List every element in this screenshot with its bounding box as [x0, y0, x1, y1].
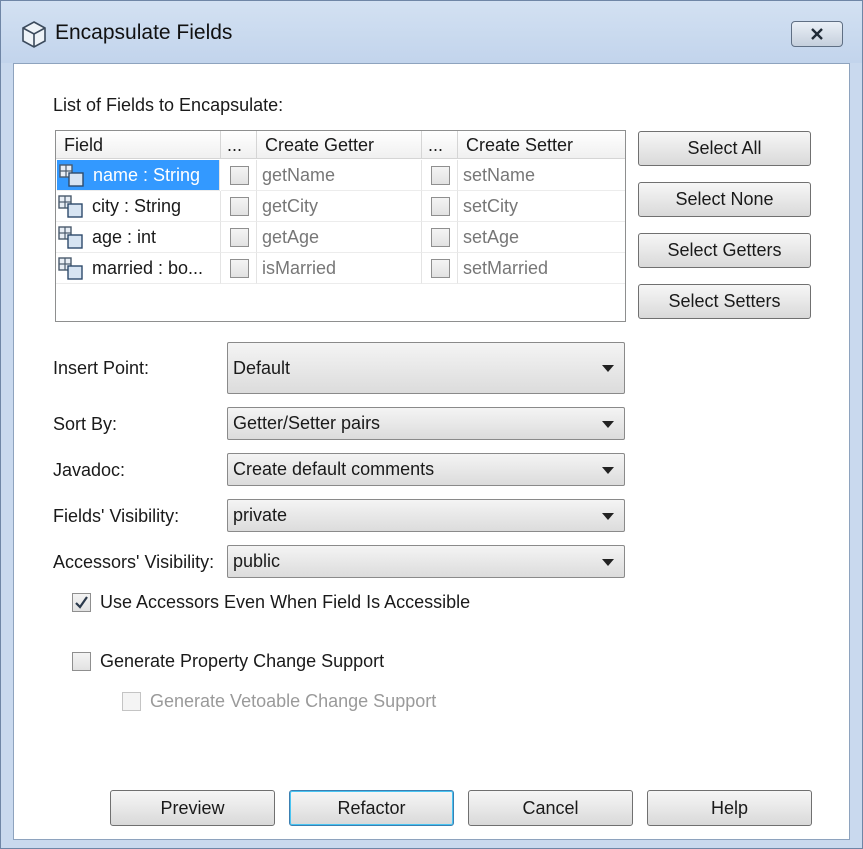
sort-by-dropdown[interactable]: Getter/Setter pairs — [227, 407, 625, 440]
fields-visibility-value: private — [233, 505, 288, 525]
insert-point-dropdown[interactable]: Default — [227, 342, 625, 394]
table-row[interactable]: city : String getCity setCity — [56, 191, 625, 222]
help-button[interactable]: Help — [647, 790, 812, 826]
title-bar[interactable]: Encapsulate Fields — [1, 1, 862, 63]
setter-name-cell[interactable]: setCity — [458, 191, 625, 222]
getter-check-cell — [221, 253, 257, 284]
property-change-label: Generate Property Change Support — [100, 651, 385, 671]
dialog-content: List of Fields to Encapsulate: Field ...… — [13, 63, 850, 840]
create-setter-checkbox[interactable] — [431, 197, 450, 216]
setter-check-cell — [422, 160, 458, 191]
field-icon — [59, 164, 89, 188]
close-icon — [811, 28, 823, 40]
field-icon — [58, 195, 88, 219]
select-getters-button[interactable]: Select Getters — [638, 233, 811, 268]
chevron-down-icon — [602, 513, 614, 520]
chevron-down-icon — [602, 421, 614, 428]
table-header: Field ... Create Getter ... Create Sette… — [56, 131, 625, 159]
field-cell[interactable]: married : bo... — [56, 253, 221, 284]
getter-check-cell — [221, 222, 257, 253]
getter-name-cell[interactable]: getName — [257, 160, 422, 191]
chevron-down-icon — [602, 365, 614, 372]
column-header-setter-check[interactable]: ... — [422, 131, 458, 159]
column-header-create-getter[interactable]: Create Getter — [257, 131, 422, 159]
use-accessors-checkbox[interactable] — [72, 593, 91, 612]
cube-icon — [22, 21, 46, 48]
fields-visibility-dropdown[interactable]: private — [227, 499, 625, 532]
field-name: age : int — [92, 227, 157, 247]
create-setter-checkbox[interactable] — [431, 259, 450, 278]
insert-point-value: Default — [233, 358, 291, 378]
preview-button[interactable]: Preview — [110, 790, 275, 826]
accessors-visibility-dropdown[interactable]: public — [227, 545, 625, 578]
fields-table[interactable]: Field ... Create Getter ... Create Sette… — [55, 130, 626, 322]
field-cell[interactable]: city : String — [56, 191, 221, 222]
setter-check-cell — [422, 191, 458, 222]
getter-name-cell[interactable]: getAge — [257, 222, 422, 253]
close-button[interactable] — [791, 21, 843, 47]
cancel-button[interactable]: Cancel — [468, 790, 633, 826]
field-name: city : String — [92, 196, 182, 216]
create-setter-checkbox[interactable] — [431, 166, 450, 185]
getter-name-cell[interactable]: isMarried — [257, 253, 422, 284]
fields-list-label: List of Fields to Encapsulate: — [53, 95, 284, 115]
column-header-field[interactable]: Field — [56, 131, 221, 159]
table-row[interactable]: age : int getAge setAge — [56, 222, 625, 253]
window-title: Encapsulate Fields — [55, 21, 233, 44]
property-change-option[interactable]: Generate Property Change Support — [72, 651, 472, 675]
dialog-window: Encapsulate Fields List of Fields to Enc… — [0, 0, 863, 849]
getter-check-cell — [221, 191, 257, 222]
setter-name-cell[interactable]: setName — [458, 160, 625, 191]
table-row[interactable]: name : String getName setName — [56, 160, 625, 191]
setter-check-cell — [422, 253, 458, 284]
use-accessors-option[interactable]: Use Accessors Even When Field Is Accessi… — [72, 592, 552, 616]
property-change-checkbox[interactable] — [72, 652, 91, 671]
checkmark-icon — [75, 596, 88, 609]
field-name: married : bo... — [92, 258, 204, 278]
chevron-down-icon — [602, 467, 614, 474]
javadoc-label: Javadoc: — [53, 460, 126, 480]
setter-name-cell[interactable]: setMarried — [458, 253, 625, 284]
create-getter-checkbox[interactable] — [230, 166, 249, 185]
column-header-create-setter[interactable]: Create Setter — [458, 131, 625, 159]
sort-by-label: Sort By: — [53, 414, 118, 434]
insert-point-label: Insert Point: — [53, 358, 150, 378]
getter-name-cell[interactable]: getCity — [257, 191, 422, 222]
column-header-getter-check[interactable]: ... — [221, 131, 257, 159]
vetoable-change-checkbox — [122, 692, 141, 711]
field-cell[interactable]: name : String — [57, 160, 220, 191]
use-accessors-label: Use Accessors Even When Field Is Accessi… — [100, 592, 471, 612]
create-getter-checkbox[interactable] — [230, 228, 249, 247]
refactor-button[interactable]: Refactor — [289, 790, 454, 826]
create-setter-checkbox[interactable] — [431, 228, 450, 247]
select-all-button[interactable]: Select All — [638, 131, 811, 166]
table-row[interactable]: married : bo... isMarried setMarried — [56, 253, 625, 284]
fields-visibility-label: Fields' Visibility: — [53, 506, 180, 526]
setter-check-cell — [422, 222, 458, 253]
field-icon — [58, 226, 88, 250]
javadoc-dropdown[interactable]: Create default comments — [227, 453, 625, 486]
select-none-button[interactable]: Select None — [638, 182, 811, 217]
accessors-visibility-value: public — [233, 551, 281, 571]
chevron-down-icon — [602, 559, 614, 566]
getter-check-cell — [221, 160, 257, 191]
field-cell[interactable]: age : int — [56, 222, 221, 253]
javadoc-value: Create default comments — [233, 459, 435, 479]
create-getter-checkbox[interactable] — [230, 259, 249, 278]
field-icon — [58, 257, 88, 281]
vetoable-change-label: Generate Vetoable Change Support — [150, 691, 437, 711]
create-getter-checkbox[interactable] — [230, 197, 249, 216]
accessors-visibility-label: Accessors' Visibility: — [53, 552, 215, 572]
setter-name-cell[interactable]: setAge — [458, 222, 625, 253]
vetoable-change-option: Generate Vetoable Change Support — [122, 691, 522, 715]
field-name: name : String — [93, 165, 201, 185]
select-setters-button[interactable]: Select Setters — [638, 284, 811, 319]
sort-by-value: Getter/Setter pairs — [233, 413, 381, 433]
